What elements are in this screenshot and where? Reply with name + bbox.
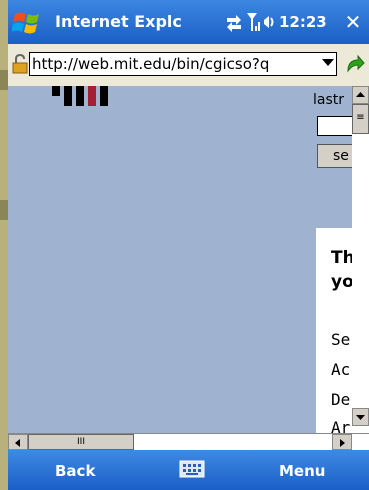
horizontal-scroll-thumb[interactable]: III [28,434,134,450]
close-icon[interactable]: ✕ [342,11,364,33]
softkey-bar: Back Menu [8,450,369,490]
clock: 12:23 [279,13,327,31]
dropdown-arrow-icon[interactable] [322,59,334,66]
lastname-label: lastr [313,92,345,108]
title-bar: Internet Explc 12:23 ✕ [8,0,369,44]
address-bar: http://web.mit.edu/bin/cgicso?q [8,44,369,86]
status-icons[interactable] [227,10,279,34]
scroll-right-icon [340,439,345,447]
connectivity-icon [227,15,241,32]
mit-logo [52,86,108,106]
vertical-scroll-thumb[interactable]: ≡ [352,104,369,134]
search-button[interactable]: se [317,144,352,168]
edge-mark [0,200,8,220]
signal-icon [247,13,260,31]
url-text: http://web.mit.edu/bin/cgicso?q [32,55,270,73]
edge-mark [0,70,8,90]
page-content: lastr se Th yo Se Ac De Ar [8,86,352,433]
panel-line: Ac [331,360,351,379]
go-arrow-icon[interactable] [345,54,365,74]
panel-line: De [331,390,351,409]
horizontal-scrollbar[interactable]: III [8,433,369,450]
url-input[interactable]: http://web.mit.edu/bin/cgicso?q [29,52,337,76]
panel-heading: Th [331,248,352,268]
panel-line: Se [331,330,351,349]
scroll-left-button[interactable] [8,434,28,450]
scroll-left-icon [15,439,20,447]
window-title: Internet Explc [55,12,182,31]
scroll-right-button[interactable] [332,434,352,450]
windows-logo-icon[interactable] [12,8,42,36]
scroll-down-button[interactable] [352,408,369,426]
panel-line: Ar [331,418,351,433]
lastname-input[interactable] [317,116,352,136]
scroll-up-button[interactable] [352,86,369,104]
lock-icon [12,54,28,74]
desktop-edge [0,0,8,490]
menu-softkey[interactable]: Menu [279,462,325,480]
vertical-scrollbar[interactable]: ≡ [352,86,369,433]
back-softkey[interactable]: Back [55,462,95,480]
scroll-up-icon [356,92,365,97]
keyboard-icon[interactable] [179,460,205,478]
info-panel: Th yo Se Ac De Ar [316,228,352,433]
device-screen: Internet Explc 12:23 ✕ http://web.mit.ed… [8,0,369,490]
volume-icon [264,16,274,28]
scroll-down-icon [356,415,365,420]
panel-heading: yo [331,272,352,292]
